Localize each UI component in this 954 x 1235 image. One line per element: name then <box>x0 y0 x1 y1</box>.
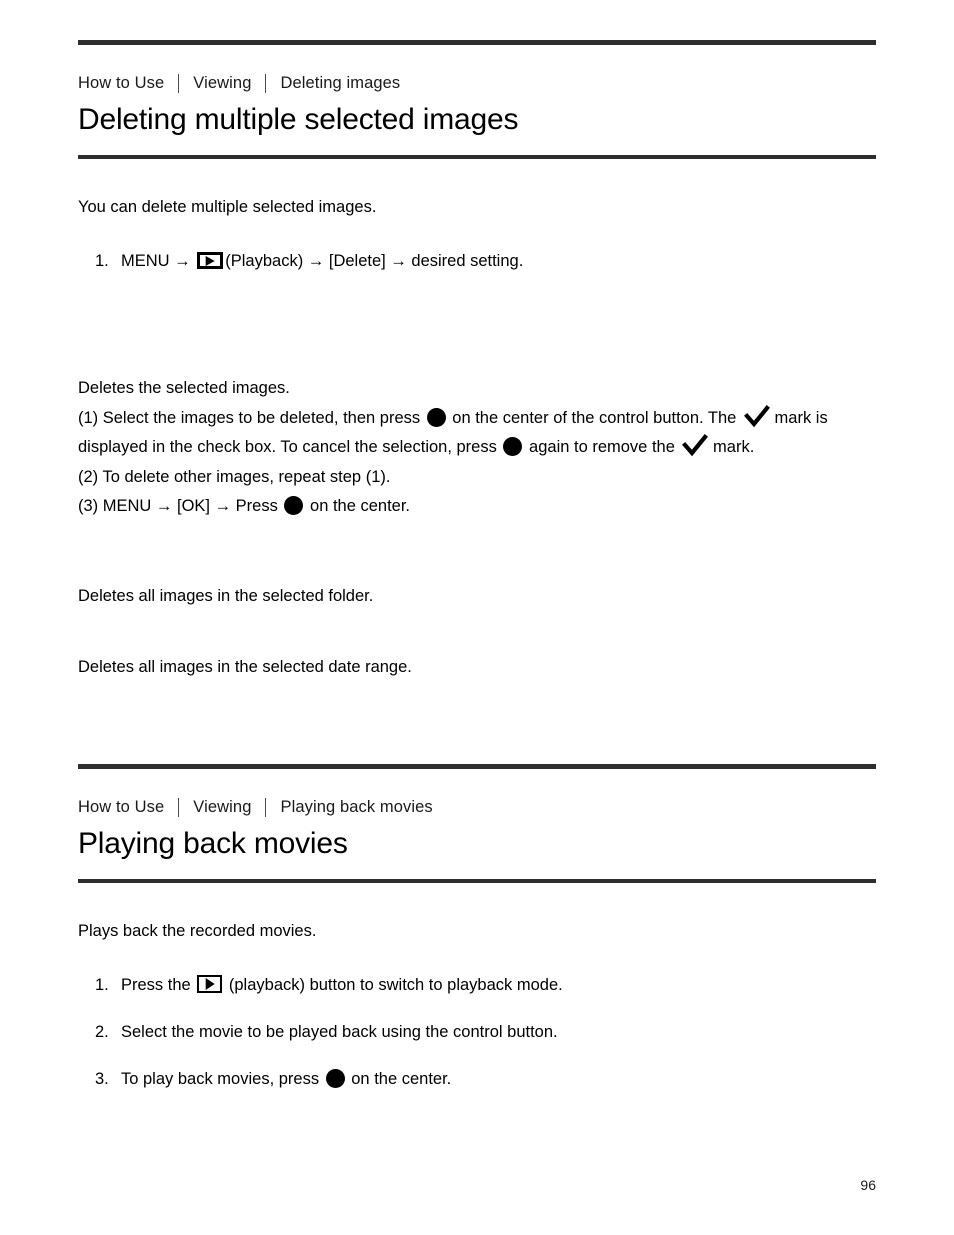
breadcrumb-item-playing-back-movies[interactable]: Playing back movies <box>280 797 432 817</box>
list-item: 3. To play back movies, press on the cen… <box>78 1065 876 1093</box>
list-item-number: 1. <box>95 976 109 994</box>
page-title-deleting-multiple-selected-images: Deleting multiple selected images <box>78 103 519 136</box>
proc-text-5: mark. <box>708 438 755 456</box>
breadcrumb-separator <box>178 797 180 817</box>
option-procedure: (1) Select the images to be deleted, the… <box>78 404 878 463</box>
proc-text-6: (3) MENU → [OK] → Press <box>78 497 283 515</box>
section-rule-bottom-2 <box>78 879 876 883</box>
list-item-number: 2. <box>95 1023 109 1041</box>
option-description-2: Deletes all images in the selected folde… <box>78 587 374 605</box>
center-button-icon <box>284 496 304 515</box>
step-text-after: (Playback) → [Delete] → desired setting. <box>225 252 524 270</box>
ordered-list-1: 1. MENU → (Playback) → [Delete] → desire… <box>78 247 876 275</box>
intro-text-1: You can delete multiple selected images. <box>78 198 377 216</box>
breadcrumb-item-viewing[interactable]: Viewing <box>193 73 251 93</box>
breadcrumb-1: How to Use Viewing Deleting images <box>78 73 400 93</box>
page-number: 96 <box>860 1177 876 1193</box>
playback-icon <box>197 252 224 269</box>
list-item-text: To play back movies, press on the center… <box>121 1065 876 1093</box>
center-button-icon <box>325 1069 345 1088</box>
step-text-before: To play back movies, press <box>121 1070 324 1088</box>
list-item: 2. Select the movie to be played back us… <box>78 1018 876 1046</box>
option-description-3: Deletes all images in the selected date … <box>78 658 412 676</box>
proc-text-1: (1) Select the images to be deleted, the… <box>78 408 425 427</box>
list-item-number: 3. <box>95 1070 109 1088</box>
proc-text-2: on the center of the control button. The <box>447 408 741 427</box>
list-gap <box>78 999 876 1018</box>
section-rule-top-2 <box>78 764 876 769</box>
breadcrumb-2: How to Use Viewing Playing back movies <box>78 797 433 817</box>
breadcrumb-separator <box>265 73 267 93</box>
breadcrumb-item-how-to-use[interactable]: How to Use <box>78 797 164 817</box>
center-button-icon <box>426 407 446 427</box>
list-item-text: Press the (playback) button to switch to… <box>121 971 876 999</box>
proc-text-4: again to remove the <box>524 438 680 456</box>
document-page: How to Use Viewing Deleting images Delet… <box>0 0 954 1235</box>
breadcrumb-item-deleting-images[interactable]: Deleting images <box>280 73 400 93</box>
list-item: 1. MENU → (Playback) → [Delete] → desire… <box>78 247 876 275</box>
breadcrumb-separator <box>178 73 180 93</box>
option-procedure-step3: (3) MENU → [OK] → Press on the center. <box>78 492 878 522</box>
checkmark-icon <box>682 434 709 458</box>
list-item-text: Select the movie to be played back using… <box>121 1023 558 1041</box>
page-title-playing-back-movies: Playing back movies <box>78 827 348 860</box>
list-item-text: MENU → (Playback) → [Delete] → desired s… <box>121 247 876 275</box>
ordered-list-2: 1. Press the (playback) button to switch… <box>78 971 876 1093</box>
option-heading: Deletes the selected images. <box>78 379 290 397</box>
step-text-before: Press the <box>121 976 196 994</box>
option-description-1: Deletes the selected images. (1) Select … <box>78 374 878 522</box>
list-item-number: 1. <box>95 252 109 270</box>
step-text-before: MENU → <box>121 252 196 270</box>
option-procedure-step2: (2) To delete other images, repeat step … <box>78 467 391 486</box>
list-gap <box>78 1046 876 1065</box>
step-text-after: on the center. <box>346 1070 452 1088</box>
section-rule-bottom-1 <box>78 155 876 159</box>
intro-text-2: Plays back the recorded movies. <box>78 922 317 940</box>
playback-icon <box>197 975 223 993</box>
step-text-after: (playback) button to switch to playback … <box>224 976 563 994</box>
checkmark-icon <box>743 404 770 429</box>
breadcrumb-item-how-to-use[interactable]: How to Use <box>78 73 164 93</box>
proc-text-7: on the center. <box>305 497 411 515</box>
breadcrumb-item-viewing[interactable]: Viewing <box>193 797 251 817</box>
center-button-icon <box>503 437 523 456</box>
breadcrumb-separator <box>265 797 267 817</box>
list-item: 1. Press the (playback) button to switch… <box>78 971 876 999</box>
section-rule-top-1 <box>78 40 876 45</box>
